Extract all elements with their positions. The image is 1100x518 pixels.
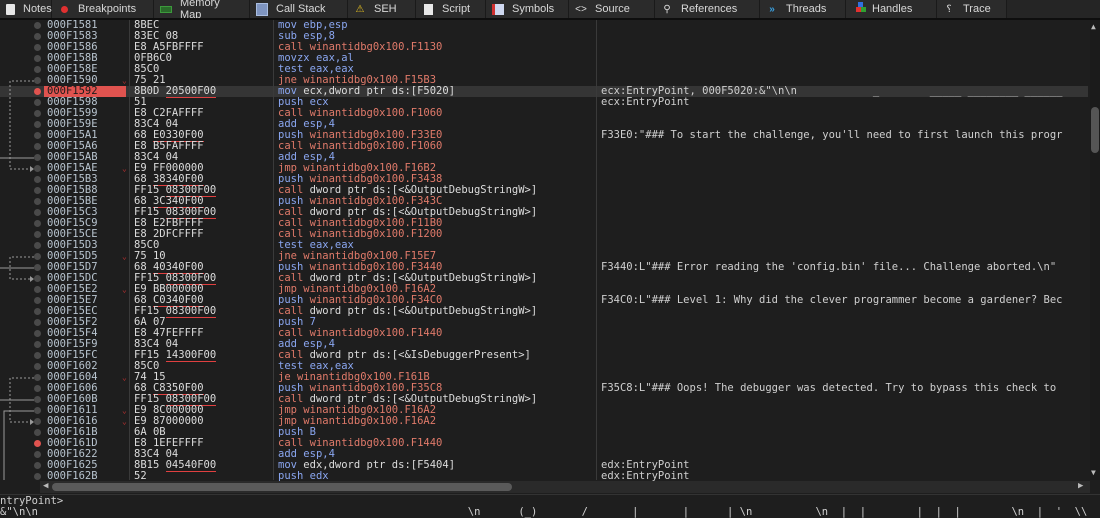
- tab-bar-filler: [1007, 0, 1100, 18]
- comment: F3440:L"### Error reading the 'config.bi…: [601, 261, 1057, 273]
- comment: F34C0:L"### Level 1: Why did the clever …: [601, 294, 1063, 306]
- jump-indicator-icon: ⌄: [122, 164, 127, 173]
- jump-indicator-icon: ⌄: [122, 285, 127, 294]
- arrow-head-icon: [30, 419, 34, 425]
- column-separator: [273, 20, 274, 480]
- tab-label: Source: [595, 3, 630, 15]
- instruction-row[interactable]: 000F158B 0FB6C0 movzx eax,al: [0, 53, 1088, 64]
- tab-handles[interactable]: Handles: [846, 0, 937, 18]
- tab-script[interactable]: Script: [416, 0, 486, 18]
- tab-label: Call Stack: [276, 3, 326, 15]
- memory-map-icon: [160, 3, 172, 15]
- tab-trace[interactable]: ⸮ Trace: [937, 0, 1007, 18]
- symbols-icon: [492, 3, 504, 15]
- tab-label: Threads: [786, 3, 827, 15]
- tab-label: Notes: [23, 3, 52, 15]
- tab-source[interactable]: <> Source: [569, 0, 655, 18]
- script-icon: [422, 3, 434, 15]
- comment: ecx:EntryPoint: [601, 96, 690, 108]
- jump-indicator-icon: ⌄: [122, 373, 127, 382]
- tab-label: References: [681, 3, 738, 15]
- jump-line-jmp-F16A2: [3, 410, 34, 480]
- operands: dword ptr ds:[<&OutputDebugStringW>]: [309, 305, 538, 317]
- tab-breakpoints[interactable]: Breakpoints: [52, 0, 154, 18]
- info-pane: ntryPoint> &"\n\n \n (_) / | | | \n \n |…: [0, 494, 1100, 518]
- comment: F33E0:"### To start the challenge, you'l…: [601, 129, 1063, 141]
- instruction-row[interactable]: 000F1625 8B15 04540F00 mov edx,dword ptr d…: [0, 459, 1088, 472]
- tab-label: Symbols: [512, 3, 555, 15]
- tab-notes[interactable]: Notes: [0, 0, 52, 18]
- tab-call-stack[interactable]: Call Stack: [250, 0, 348, 18]
- seh-icon: ⚠: [355, 3, 365, 15]
- jump-indicator-icon: ⌄: [122, 252, 127, 261]
- instruction-row[interactable]: 000F15FC FF15 14300F00 call dword ptr ds:[…: [0, 349, 1088, 362]
- scroll-down-icon[interactable]: ▼: [1091, 468, 1096, 477]
- vertical-scroll-thumb[interactable]: [1091, 107, 1099, 153]
- tab-label: SEH: [374, 3, 397, 15]
- source-icon: <>: [575, 3, 587, 15]
- instruction-row[interactable]: 000F1592 8B0D 20500F00 mov ecx,dword ptr d…: [0, 85, 1088, 98]
- trace-icon: ⸮: [946, 3, 952, 15]
- tab-label: Handles: [872, 3, 913, 15]
- tab-seh[interactable]: ⚠ SEH: [348, 0, 416, 18]
- tab-bar: Notes Breakpoints Memory Map Call Stack ⚠ SEH…: [0, 0, 1100, 21]
- scroll-up-icon[interactable]: ▲: [1091, 22, 1096, 31]
- scroll-left-icon[interactable]: ◀: [43, 481, 48, 491]
- tab-references[interactable]: ⚲ References: [655, 0, 760, 18]
- jump-indicator-icon: ⌄: [122, 417, 127, 426]
- operands: winantidbg0x100.F16A2: [303, 415, 437, 427]
- tab-label: Script: [442, 3, 471, 15]
- jump-arrow-jne-F15B3: [9, 80, 34, 170]
- comment: F35C8:L"### Oops! The debugger was detec…: [601, 382, 1057, 394]
- disassembly-view[interactable]: 000F1581 8BEC mov ebp,esp 000F1583 83EC 08 su…: [0, 20, 1090, 482]
- notes-icon: [6, 3, 15, 15]
- branch-arrows: [0, 80, 34, 480]
- column-separator: [129, 20, 130, 480]
- references-icon: ⚲: [663, 3, 671, 15]
- jump-indicator-icon: ⌄: [122, 76, 127, 85]
- scroll-right-icon[interactable]: ▶: [1078, 481, 1083, 491]
- breakpoint-dot-icon: [58, 3, 70, 15]
- threads-icon: »: [769, 3, 775, 15]
- tab-threads[interactable]: » Threads: [760, 0, 846, 18]
- arrow-head-icon: [30, 166, 34, 172]
- tab-label: Trace: [963, 3, 991, 15]
- horizontal-scroll-thumb[interactable]: [52, 483, 512, 491]
- tab-memory-map[interactable]: Memory Map: [154, 0, 250, 21]
- disassembly: call dword ptr ds:[<&OutputDebugStringW>…: [278, 306, 537, 317]
- arrow-head-icon: [30, 276, 34, 282]
- jump-indicator-icon: ⌄: [122, 406, 127, 415]
- call-stack-icon: [256, 2, 268, 16]
- info-line-2: &"\n\n \n (_) / | | | \n \n | | | | | \n…: [0, 506, 1100, 518]
- handles-icon: [852, 3, 864, 15]
- column-separator: [596, 20, 597, 480]
- vertical-scrollbar[interactable]: [1090, 20, 1100, 480]
- instruction-row[interactable]: 000F15CE E8 2DFCFFFF call winantidbg0x100.…: [0, 229, 1088, 240]
- tab-label: Breakpoints: [78, 3, 137, 15]
- tab-symbols[interactable]: Symbols: [486, 0, 569, 18]
